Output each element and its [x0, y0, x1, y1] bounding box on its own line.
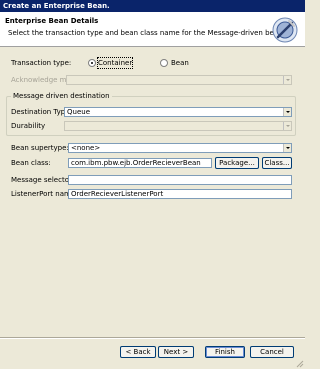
container-radio-label[interactable]: Container: [96, 57, 134, 69]
dialog-title: Create an Enterprise Bean.: [0, 0, 305, 12]
acknowledge-mode-select[interactable]: [66, 75, 292, 85]
back-button[interactable]: < Back: [120, 346, 156, 358]
banner-description: Select the transaction type and bean cla…: [8, 29, 285, 37]
durability-label: Durability: [11, 122, 46, 130]
bean-radio[interactable]: [160, 59, 168, 67]
bean-supertype-select[interactable]: <none>: [68, 143, 292, 153]
bean-supertype-label: Bean supertype:: [11, 144, 69, 152]
footer-separator: [0, 337, 305, 339]
class-button[interactable]: Class...: [262, 157, 292, 169]
bean-supertype-value: <none>: [71, 144, 101, 152]
chevron-down-icon: [283, 122, 291, 130]
chevron-down-icon: [283, 76, 291, 84]
listener-port-field[interactable]: OrderRecieverListenerPort: [68, 189, 292, 199]
chevron-down-icon: [283, 144, 291, 152]
bean-wizard-icon: [272, 17, 298, 43]
resize-grip-icon[interactable]: [294, 358, 304, 368]
bean-radio-label[interactable]: Bean: [171, 58, 189, 68]
destination-type-select[interactable]: Queue: [64, 107, 292, 117]
message-selector-field[interactable]: [68, 175, 292, 185]
bean-class-label: Bean class:: [11, 159, 51, 167]
create-enterprise-bean-dialog: Create an Enterprise Bean. Enterprise Be…: [0, 0, 305, 369]
banner-title: Enterprise Bean Details: [5, 17, 99, 25]
message-selector-label: Message selector: [11, 176, 72, 184]
destination-type-label: Destination Type: [11, 108, 70, 116]
transaction-type-label: Transaction type:: [11, 59, 72, 67]
finish-button[interactable]: Finish: [205, 346, 245, 358]
container-radio[interactable]: [88, 59, 96, 67]
wizard-banner: Enterprise Bean Details Select the trans…: [0, 12, 305, 47]
destination-type-value: Queue: [67, 108, 90, 116]
cancel-button[interactable]: Cancel: [250, 346, 294, 358]
package-button[interactable]: Package...: [215, 157, 259, 169]
bean-class-field[interactable]: com.ibm.pbw.ejb.OrderRecieverBean: [68, 158, 212, 168]
next-button[interactable]: Next >: [158, 346, 194, 358]
message-destination-legend: Message driven destination: [11, 92, 112, 101]
chevron-down-icon: [283, 108, 291, 116]
durability-select[interactable]: [64, 121, 292, 131]
